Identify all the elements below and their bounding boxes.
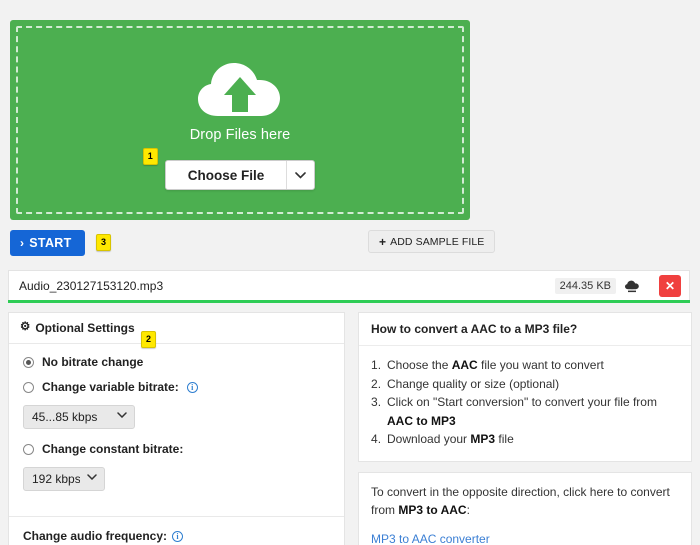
howto-step-strong: AAC: [451, 358, 478, 372]
file-name: Audio_230127153120.mp3: [19, 279, 164, 293]
constant-bitrate-select-wrap: 192 kbps: [23, 467, 105, 504]
mp3-to-aac-converter-link[interactable]: MP3 to AAC converter: [371, 532, 679, 545]
choose-file-row: 1 Choose File: [142, 148, 316, 190]
optional-settings-title: Optional Settings: [35, 321, 135, 335]
option-variable-bitrate[interactable]: Change variable bitrate: i: [23, 380, 330, 394]
no-bitrate-change-label: No bitrate change: [42, 355, 144, 369]
howto-card: How to convert a AAC to a MP3 file? Choo…: [358, 312, 692, 462]
uploaded-file-row: Audio_230127153120.mp3 244.35 KB ✕: [8, 270, 690, 301]
start-chevron-icon: ›: [20, 236, 25, 250]
step-badge-3: 3: [96, 234, 112, 251]
audio-frequency-label: Change audio frequency:: [23, 529, 168, 543]
howto-title: How to convert a AAC to a MP3 file?: [359, 313, 691, 346]
howto-step: Change quality or size (optional): [371, 375, 679, 394]
chevron-down-icon[interactable]: [286, 161, 314, 189]
optional-settings-header[interactable]: ⚙ Optional Settings 2: [9, 313, 344, 348]
start-button[interactable]: › START: [10, 230, 85, 256]
howto-step-strong: AAC to MP3: [387, 413, 456, 428]
howto-step-pre: Click on "Start conversion" to convert y…: [387, 395, 657, 410]
choose-file-label: Choose File: [187, 167, 265, 183]
remove-file-button[interactable]: ✕: [659, 275, 681, 297]
variable-bitrate-label: Change variable bitrate:: [42, 380, 179, 394]
add-sample-file-button[interactable]: + ADD SAMPLE FILE: [368, 230, 496, 253]
radio-variable-bitrate[interactable]: [23, 381, 34, 393]
howto-step: Download your MP3 file: [371, 430, 679, 449]
info-icon-audio-frequency[interactable]: i: [172, 530, 184, 542]
choose-file-button[interactable]: Choose File: [164, 160, 316, 190]
audio-frequency-body: Change audio frequency: i no change: [9, 517, 344, 545]
audio-frequency-label-row: Change audio frequency: i: [23, 529, 330, 543]
variable-bitrate-select-wrap: 45...85 kbps: [23, 405, 135, 442]
file-dropzone[interactable]: Drop Files here 1 Choose File: [10, 20, 470, 220]
option-no-bitrate-change[interactable]: No bitrate change: [23, 355, 330, 369]
cloud-download-icon[interactable]: [623, 277, 641, 295]
optional-settings-column: ⚙ Optional Settings 2 No bitrate change …: [8, 312, 345, 545]
howto-step-pre: Change quality or size (optional): [387, 376, 560, 391]
bitrate-settings-body: No bitrate change Change variable bitrat…: [9, 344, 344, 516]
step-badge-1: 1: [142, 148, 158, 165]
howto-body: Choose the AAC file you want to convert …: [359, 346, 691, 461]
howto-step-post: file: [495, 432, 514, 447]
upload-progress-bar: [8, 300, 690, 303]
howto-step: Click on "Start conversion" to convert y…: [371, 393, 679, 430]
drop-files-text: Drop Files here: [189, 127, 291, 143]
start-label: START: [29, 236, 72, 250]
help-column: How to convert a AAC to a MP3 file? Choo…: [358, 312, 692, 545]
opposite-direction-text: To convert in the opposite direction, cl…: [371, 483, 679, 519]
action-row: › START 3 + ADD SAMPLE FILE: [10, 230, 690, 256]
howto-step-pre: Choose the: [387, 358, 452, 372]
cloud-upload-icon: [196, 61, 284, 119]
file-size: 244.35 KB: [554, 278, 616, 294]
radio-constant-bitrate[interactable]: [23, 443, 34, 455]
info-icon-variable-bitrate[interactable]: i: [186, 381, 198, 393]
constant-bitrate-label: Change constant bitrate:: [42, 442, 184, 456]
option-constant-bitrate[interactable]: Change constant bitrate:: [23, 442, 330, 456]
opposite-text-post: :: [466, 502, 470, 517]
optional-settings-card: ⚙ Optional Settings 2 No bitrate change …: [8, 312, 345, 545]
radio-no-bitrate-change[interactable]: [23, 356, 34, 368]
opposite-direction-card: To convert in the opposite direction, cl…: [358, 471, 692, 545]
howto-step-list: Choose the AAC file you want to convert …: [371, 356, 679, 449]
gear-icon: ⚙: [20, 321, 31, 334]
opposite-text-strong: MP3 to AAC: [398, 502, 467, 517]
plus-icon: +: [379, 234, 387, 249]
variable-bitrate-select[interactable]: 45...85 kbps: [23, 405, 135, 429]
howto-step-pre: Download your: [387, 432, 471, 447]
constant-bitrate-select[interactable]: 192 kbps: [23, 467, 105, 491]
file-dropzone-inner[interactable]: Drop Files here 1 Choose File: [16, 26, 464, 214]
opposite-direction-body: To convert in the opposite direction, cl…: [359, 473, 691, 545]
add-sample-file-label: ADD SAMPLE FILE: [390, 235, 485, 248]
step-badge-2: 2: [141, 331, 157, 348]
howto-step: Choose the AAC file you want to convert: [371, 356, 679, 375]
howto-step-strong: MP3: [470, 432, 496, 447]
howto-step-post: file you want to convert: [477, 358, 604, 372]
